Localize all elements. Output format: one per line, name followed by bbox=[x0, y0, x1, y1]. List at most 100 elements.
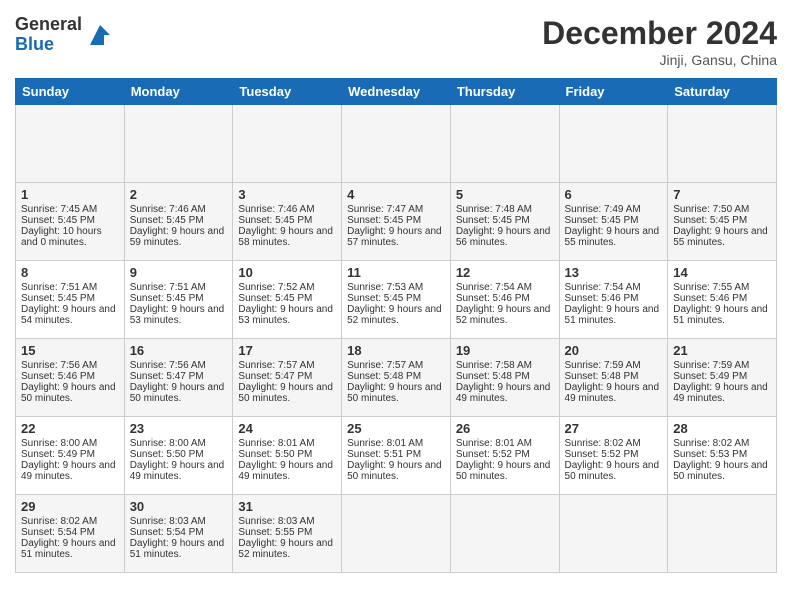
logo-blue: Blue bbox=[15, 35, 82, 55]
day-number: 28 bbox=[673, 421, 771, 436]
sunrise-text: Sunrise: 7:57 AM bbox=[347, 360, 423, 371]
calendar-cell: 24Sunrise: 8:01 AMSunset: 5:50 PMDayligh… bbox=[233, 417, 342, 495]
sunrise-text: Sunrise: 8:03 AM bbox=[238, 516, 314, 527]
day-number: 4 bbox=[347, 187, 445, 202]
calendar-cell bbox=[559, 105, 668, 183]
sunrise-text: Sunrise: 7:46 AM bbox=[238, 204, 314, 215]
calendar-cell: 25Sunrise: 8:01 AMSunset: 5:51 PMDayligh… bbox=[342, 417, 451, 495]
calendar-cell: 18Sunrise: 7:57 AMSunset: 5:48 PMDayligh… bbox=[342, 339, 451, 417]
day-number: 17 bbox=[238, 343, 336, 358]
sunset-text: Sunset: 5:49 PM bbox=[673, 371, 747, 382]
day-number: 26 bbox=[456, 421, 554, 436]
daylight-text: Daylight: 9 hours and 54 minutes. bbox=[21, 304, 116, 326]
daylight-text: Daylight: 9 hours and 50 minutes. bbox=[673, 460, 768, 482]
sunrise-text: Sunrise: 7:57 AM bbox=[238, 360, 314, 371]
daylight-text: Daylight: 9 hours and 53 minutes. bbox=[130, 304, 225, 326]
sunset-text: Sunset: 5:45 PM bbox=[673, 215, 747, 226]
calendar-row: 1Sunrise: 7:45 AMSunset: 5:45 PMDaylight… bbox=[16, 183, 777, 261]
sunrise-text: Sunrise: 7:59 AM bbox=[565, 360, 641, 371]
calendar-table: Sunday Monday Tuesday Wednesday Thursday… bbox=[15, 78, 777, 573]
daylight-text: Daylight: 9 hours and 50 minutes. bbox=[347, 460, 442, 482]
calendar-cell bbox=[559, 495, 668, 573]
sunset-text: Sunset: 5:45 PM bbox=[238, 215, 312, 226]
sunrise-text: Sunrise: 7:56 AM bbox=[130, 360, 206, 371]
title-section: December 2024 Jinji, Gansu, China bbox=[542, 15, 777, 68]
sunrise-text: Sunrise: 7:51 AM bbox=[21, 282, 97, 293]
sunrise-text: Sunrise: 7:54 AM bbox=[565, 282, 641, 293]
calendar-cell: 23Sunrise: 8:00 AMSunset: 5:50 PMDayligh… bbox=[124, 417, 233, 495]
calendar-cell: 6Sunrise: 7:49 AMSunset: 5:45 PMDaylight… bbox=[559, 183, 668, 261]
header: General Blue December 2024 Jinji, Gansu,… bbox=[15, 15, 777, 68]
sunrise-text: Sunrise: 7:49 AM bbox=[565, 204, 641, 215]
sunrise-text: Sunrise: 8:00 AM bbox=[21, 438, 97, 449]
day-number: 16 bbox=[130, 343, 228, 358]
daylight-text: Daylight: 9 hours and 52 minutes. bbox=[238, 538, 333, 560]
sunrise-text: Sunrise: 7:48 AM bbox=[456, 204, 532, 215]
calendar-cell bbox=[233, 105, 342, 183]
sunset-text: Sunset: 5:52 PM bbox=[565, 449, 639, 460]
col-monday: Monday bbox=[124, 79, 233, 105]
calendar-row: 15Sunrise: 7:56 AMSunset: 5:46 PMDayligh… bbox=[16, 339, 777, 417]
daylight-text: Daylight: 9 hours and 57 minutes. bbox=[347, 226, 442, 248]
daylight-text: Daylight: 10 hours and 0 minutes. bbox=[21, 226, 102, 248]
calendar-cell: 27Sunrise: 8:02 AMSunset: 5:52 PMDayligh… bbox=[559, 417, 668, 495]
calendar-cell bbox=[450, 105, 559, 183]
sunset-text: Sunset: 5:52 PM bbox=[456, 449, 530, 460]
calendar-cell: 12Sunrise: 7:54 AMSunset: 5:46 PMDayligh… bbox=[450, 261, 559, 339]
calendar-cell: 3Sunrise: 7:46 AMSunset: 5:45 PMDaylight… bbox=[233, 183, 342, 261]
sunset-text: Sunset: 5:46 PM bbox=[21, 371, 95, 382]
sunset-text: Sunset: 5:45 PM bbox=[565, 215, 639, 226]
calendar-cell bbox=[16, 105, 125, 183]
daylight-text: Daylight: 9 hours and 49 minutes. bbox=[21, 460, 116, 482]
col-friday: Friday bbox=[559, 79, 668, 105]
col-saturday: Saturday bbox=[668, 79, 777, 105]
daylight-text: Daylight: 9 hours and 49 minutes. bbox=[238, 460, 333, 482]
day-number: 5 bbox=[456, 187, 554, 202]
sunrise-text: Sunrise: 7:50 AM bbox=[673, 204, 749, 215]
day-number: 1 bbox=[21, 187, 119, 202]
calendar-cell bbox=[668, 105, 777, 183]
calendar-cell bbox=[450, 495, 559, 573]
sunrise-text: Sunrise: 7:52 AM bbox=[238, 282, 314, 293]
calendar-cell: 1Sunrise: 7:45 AMSunset: 5:45 PMDaylight… bbox=[16, 183, 125, 261]
daylight-text: Daylight: 9 hours and 49 minutes. bbox=[673, 382, 768, 404]
day-number: 19 bbox=[456, 343, 554, 358]
sunrise-text: Sunrise: 7:56 AM bbox=[21, 360, 97, 371]
sunset-text: Sunset: 5:46 PM bbox=[456, 293, 530, 304]
sunset-text: Sunset: 5:48 PM bbox=[347, 371, 421, 382]
daylight-text: Daylight: 9 hours and 50 minutes. bbox=[21, 382, 116, 404]
day-number: 7 bbox=[673, 187, 771, 202]
sunset-text: Sunset: 5:45 PM bbox=[347, 215, 421, 226]
calendar-cell: 20Sunrise: 7:59 AMSunset: 5:48 PMDayligh… bbox=[559, 339, 668, 417]
col-tuesday: Tuesday bbox=[233, 79, 342, 105]
sunrise-text: Sunrise: 7:55 AM bbox=[673, 282, 749, 293]
day-number: 10 bbox=[238, 265, 336, 280]
col-thursday: Thursday bbox=[450, 79, 559, 105]
day-number: 8 bbox=[21, 265, 119, 280]
calendar-cell bbox=[124, 105, 233, 183]
month-title: December 2024 bbox=[542, 15, 777, 52]
sunset-text: Sunset: 5:54 PM bbox=[21, 527, 95, 538]
daylight-text: Daylight: 9 hours and 50 minutes. bbox=[565, 460, 660, 482]
calendar-cell: 14Sunrise: 7:55 AMSunset: 5:46 PMDayligh… bbox=[668, 261, 777, 339]
sunrise-text: Sunrise: 8:02 AM bbox=[565, 438, 641, 449]
daylight-text: Daylight: 9 hours and 49 minutes. bbox=[130, 460, 225, 482]
sunset-text: Sunset: 5:46 PM bbox=[565, 293, 639, 304]
sunrise-text: Sunrise: 7:58 AM bbox=[456, 360, 532, 371]
sunset-text: Sunset: 5:45 PM bbox=[238, 293, 312, 304]
logo-icon bbox=[86, 21, 114, 49]
daylight-text: Daylight: 9 hours and 50 minutes. bbox=[238, 382, 333, 404]
daylight-text: Daylight: 9 hours and 58 minutes. bbox=[238, 226, 333, 248]
calendar-cell: 17Sunrise: 7:57 AMSunset: 5:47 PMDayligh… bbox=[233, 339, 342, 417]
sunset-text: Sunset: 5:45 PM bbox=[347, 293, 421, 304]
calendar-cell: 11Sunrise: 7:53 AMSunset: 5:45 PMDayligh… bbox=[342, 261, 451, 339]
sunset-text: Sunset: 5:47 PM bbox=[130, 371, 204, 382]
sunset-text: Sunset: 5:46 PM bbox=[673, 293, 747, 304]
calendar-cell: 15Sunrise: 7:56 AMSunset: 5:46 PMDayligh… bbox=[16, 339, 125, 417]
calendar-cell: 26Sunrise: 8:01 AMSunset: 5:52 PMDayligh… bbox=[450, 417, 559, 495]
sunset-text: Sunset: 5:45 PM bbox=[21, 293, 95, 304]
calendar-cell: 21Sunrise: 7:59 AMSunset: 5:49 PMDayligh… bbox=[668, 339, 777, 417]
location: Jinji, Gansu, China bbox=[542, 52, 777, 68]
daylight-text: Daylight: 9 hours and 56 minutes. bbox=[456, 226, 551, 248]
day-number: 31 bbox=[238, 499, 336, 514]
